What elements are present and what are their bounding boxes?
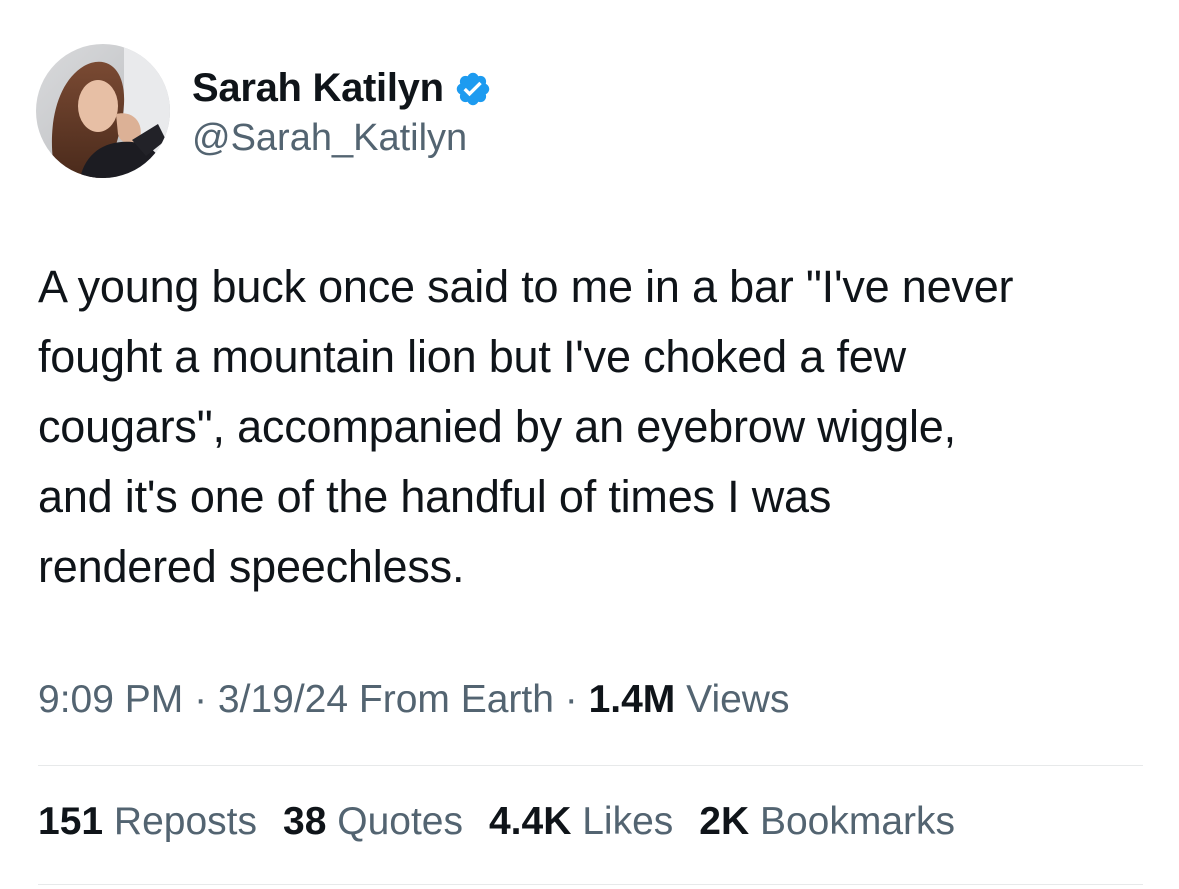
avatar-image: [36, 44, 170, 178]
reposts-stat[interactable]: 151 Reposts: [38, 800, 257, 844]
divider: [38, 765, 1143, 766]
views-count: 1.4M: [588, 678, 676, 721]
likes-count: 4.4K: [488, 800, 572, 843]
tweet-header: Sarah Katilyn @Sarah_Katilyn: [36, 44, 492, 178]
tweet-time[interactable]: 9:09 PM: [38, 678, 183, 721]
bookmarks-label: Bookmarks: [759, 800, 956, 843]
tweet-meta: 9:09 PM · 3/19/24 From Earth · 1.4M View…: [38, 678, 789, 722]
verified-badge-icon[interactable]: [454, 70, 492, 108]
avatar[interactable]: [36, 44, 170, 178]
tweet-text: A young buck once said to me in a bar "I…: [38, 261, 1014, 592]
quotes-count: 38: [283, 800, 327, 843]
quotes-stat[interactable]: 38 Quotes: [283, 800, 463, 844]
likes-label: Likes: [582, 800, 674, 843]
bookmarks-stat[interactable]: 2K Bookmarks: [699, 800, 955, 844]
user-block: Sarah Katilyn @Sarah_Katilyn: [192, 63, 492, 160]
reposts-count: 151: [38, 800, 104, 843]
handle[interactable]: @Sarah_Katilyn: [192, 117, 492, 160]
bookmarks-count: 2K: [699, 800, 750, 843]
reposts-label: Reposts: [113, 800, 257, 843]
meta-separator: ·: [553, 678, 589, 721]
likes-stat[interactable]: 4.4K Likes: [489, 800, 673, 844]
meta-separator: ·: [183, 678, 218, 721]
display-name[interactable]: Sarah Katilyn: [192, 66, 444, 111]
tweet-date-source[interactable]: 3/19/24 From Earth: [218, 678, 554, 721]
name-row: Sarah Katilyn: [192, 63, 492, 115]
views-label: Views: [686, 678, 790, 721]
divider: [38, 884, 1143, 885]
engagement-stats: 151 Reposts 38 Quotes 4.4K Likes 2K Book…: [38, 800, 981, 844]
quotes-label: Quotes: [337, 800, 463, 843]
